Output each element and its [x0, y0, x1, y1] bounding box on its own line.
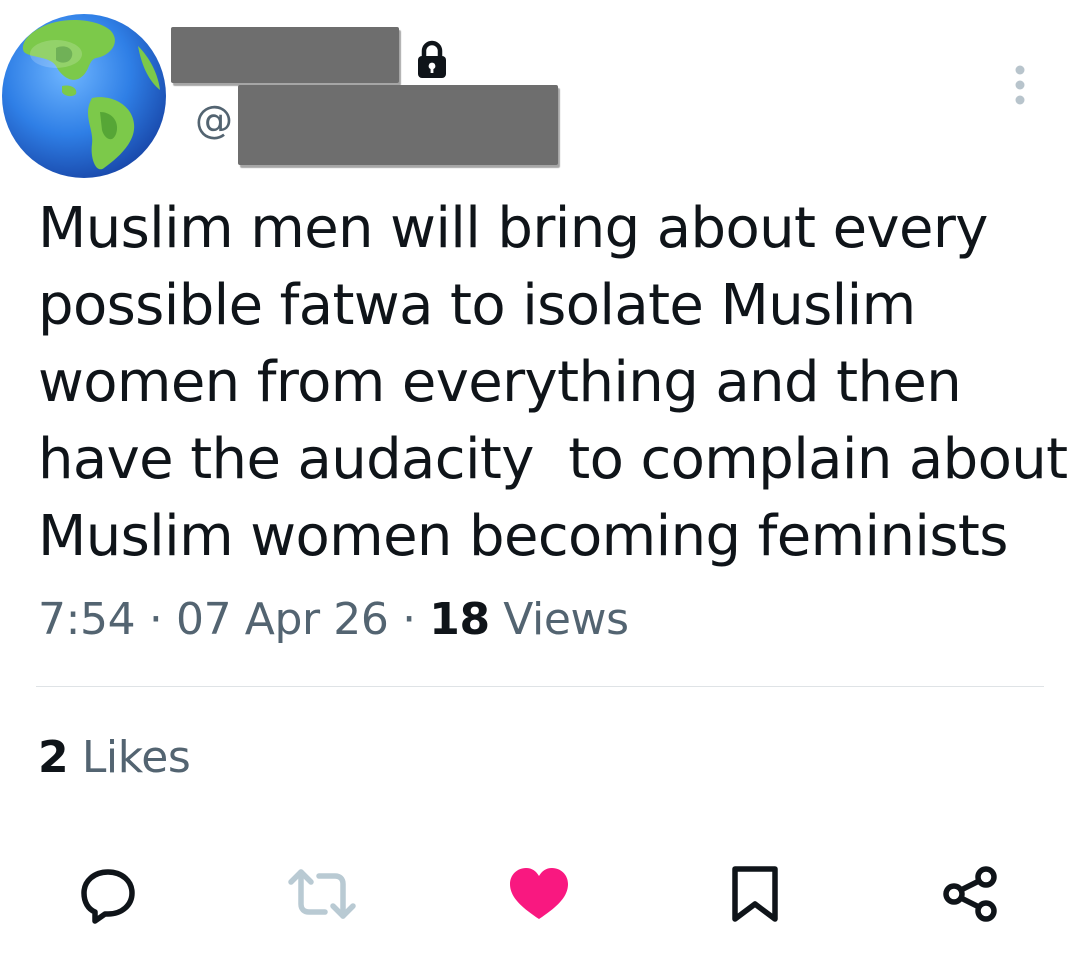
views-count: 18 — [429, 594, 490, 645]
divider — [36, 686, 1044, 687]
tweet-time[interactable]: 7:54 — [38, 594, 136, 645]
tweet-meta: 7:54 · 07 Apr 26 · 18 Views — [38, 592, 629, 648]
tweet-date[interactable]: 07 Apr 26 — [176, 594, 389, 645]
lock-icon — [414, 40, 450, 80]
share-button[interactable] — [934, 858, 1006, 930]
handle-prefix: @ — [195, 98, 233, 142]
globe-icon — [2, 14, 166, 178]
retweet-button[interactable] — [286, 858, 358, 930]
share-icon — [943, 866, 997, 922]
tweet-text: Muslim men will bring about every possib… — [38, 196, 1068, 569]
like-button[interactable] — [503, 858, 575, 930]
meta-separator: · — [402, 594, 416, 645]
views-label: Views — [503, 594, 629, 645]
more-vertical-icon — [1015, 65, 1025, 105]
reply-icon — [81, 869, 135, 924]
more-options-button[interactable] — [1005, 62, 1035, 108]
bookmark-button[interactable] — [719, 858, 791, 930]
bookmark-icon — [732, 866, 778, 922]
reply-button[interactable] — [72, 858, 144, 930]
redacted-display-name — [171, 27, 399, 83]
likes-count: 2 — [38, 732, 69, 783]
retweet-icon — [288, 869, 356, 919]
avatar[interactable] — [0, 8, 172, 180]
redacted-handle — [238, 85, 558, 165]
likes-summary[interactable]: 2 Likes — [38, 730, 191, 786]
likes-label: Likes — [81, 732, 191, 783]
heart-filled-icon — [510, 868, 568, 919]
meta-separator: · — [148, 594, 163, 645]
